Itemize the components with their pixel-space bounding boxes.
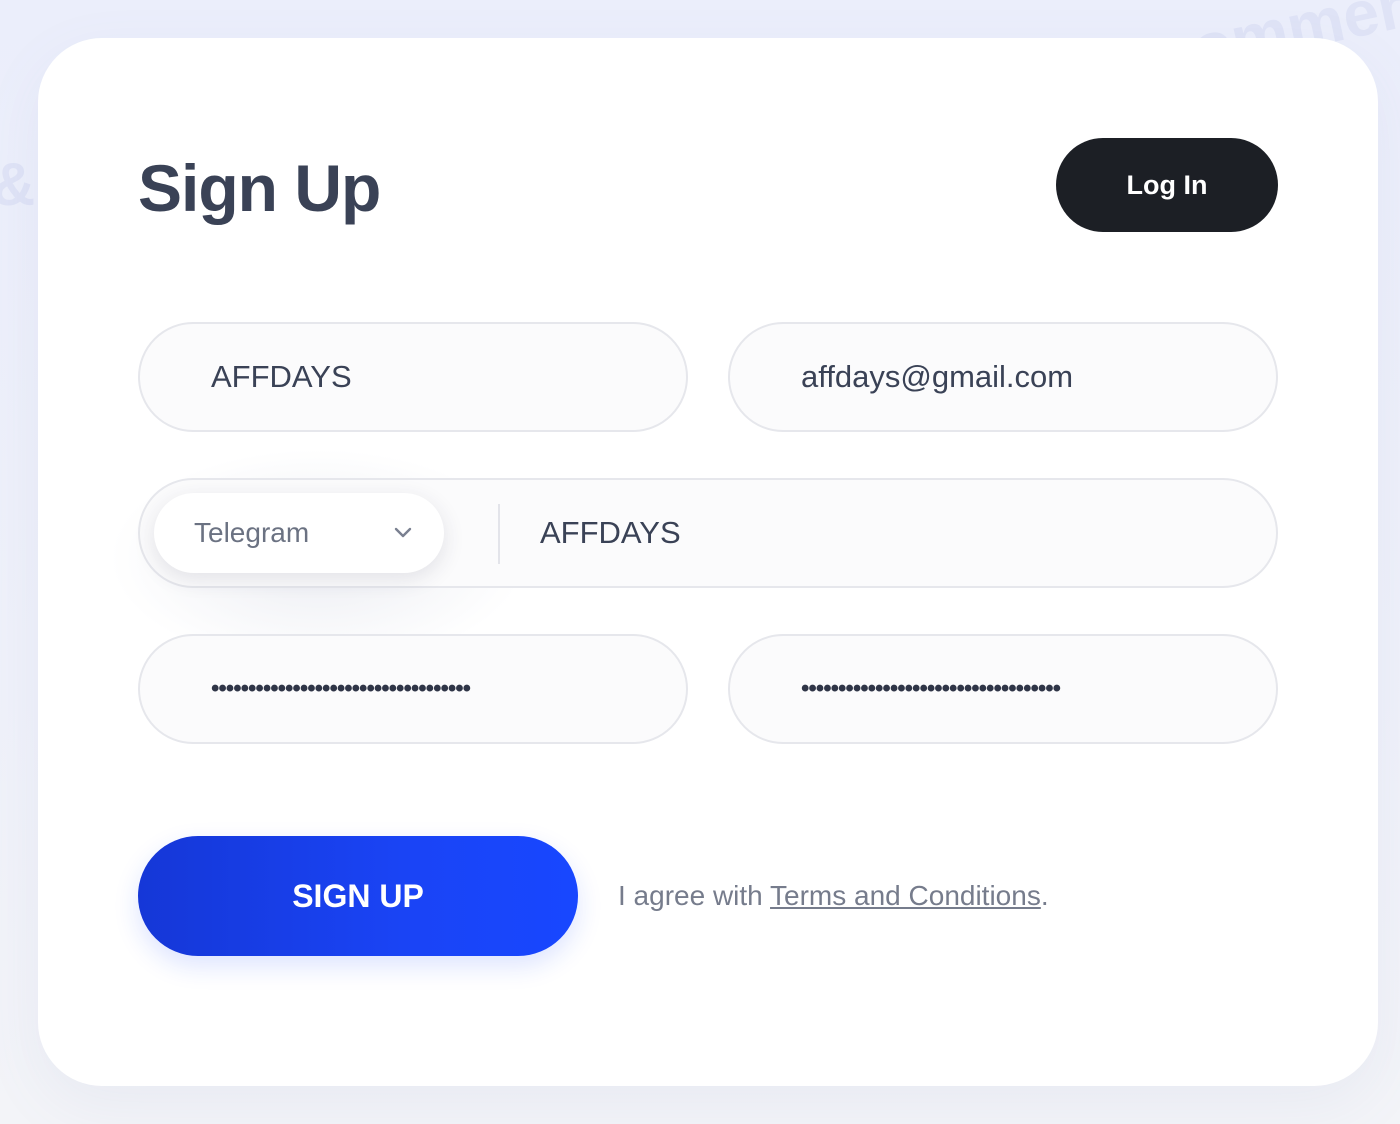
confirm-password-field[interactable]: ••••••••••••••••••••••••••••••••••• (728, 634, 1278, 744)
confirm-password-mask: ••••••••••••••••••••••••••••••••••• (801, 675, 1061, 702)
login-button[interactable]: Log In (1056, 138, 1278, 232)
messenger-field-group: Telegram AFFDAYS (138, 478, 1278, 588)
username-value: AFFDAYS (211, 359, 352, 394)
password-field[interactable]: ••••••••••••••••••••••••••••••••••• (138, 634, 688, 744)
field-divider (498, 504, 500, 564)
email-field[interactable]: affdays@gmail.com (728, 322, 1278, 432)
messenger-handle-value: AFFDAYS (540, 515, 681, 550)
agree-text: I agree with (618, 880, 771, 911)
signup-button[interactable]: SIGN UP (138, 836, 578, 956)
agree-suffix: . (1040, 880, 1049, 911)
signup-card: Sign Up Log In AFFDAYS affdays@gmail.com… (38, 38, 1378, 1086)
page-title: Sign Up (138, 151, 381, 225)
background-watermark-symbol: & (0, 150, 35, 219)
email-value: affdays@gmail.com (801, 359, 1074, 394)
password-mask: ••••••••••••••••••••••••••••••••••• (211, 675, 471, 702)
terms-agreement: I agree with Terms and Conditions. (618, 876, 1049, 916)
messenger-select[interactable]: Telegram (154, 493, 444, 573)
messenger-handle-input[interactable]: AFFDAYS (540, 480, 681, 586)
terms-link[interactable]: Terms and Conditions (770, 880, 1041, 911)
chevron-down-icon (394, 527, 412, 538)
messenger-select-value: Telegram (194, 517, 310, 548)
username-field[interactable]: AFFDAYS (138, 322, 688, 432)
